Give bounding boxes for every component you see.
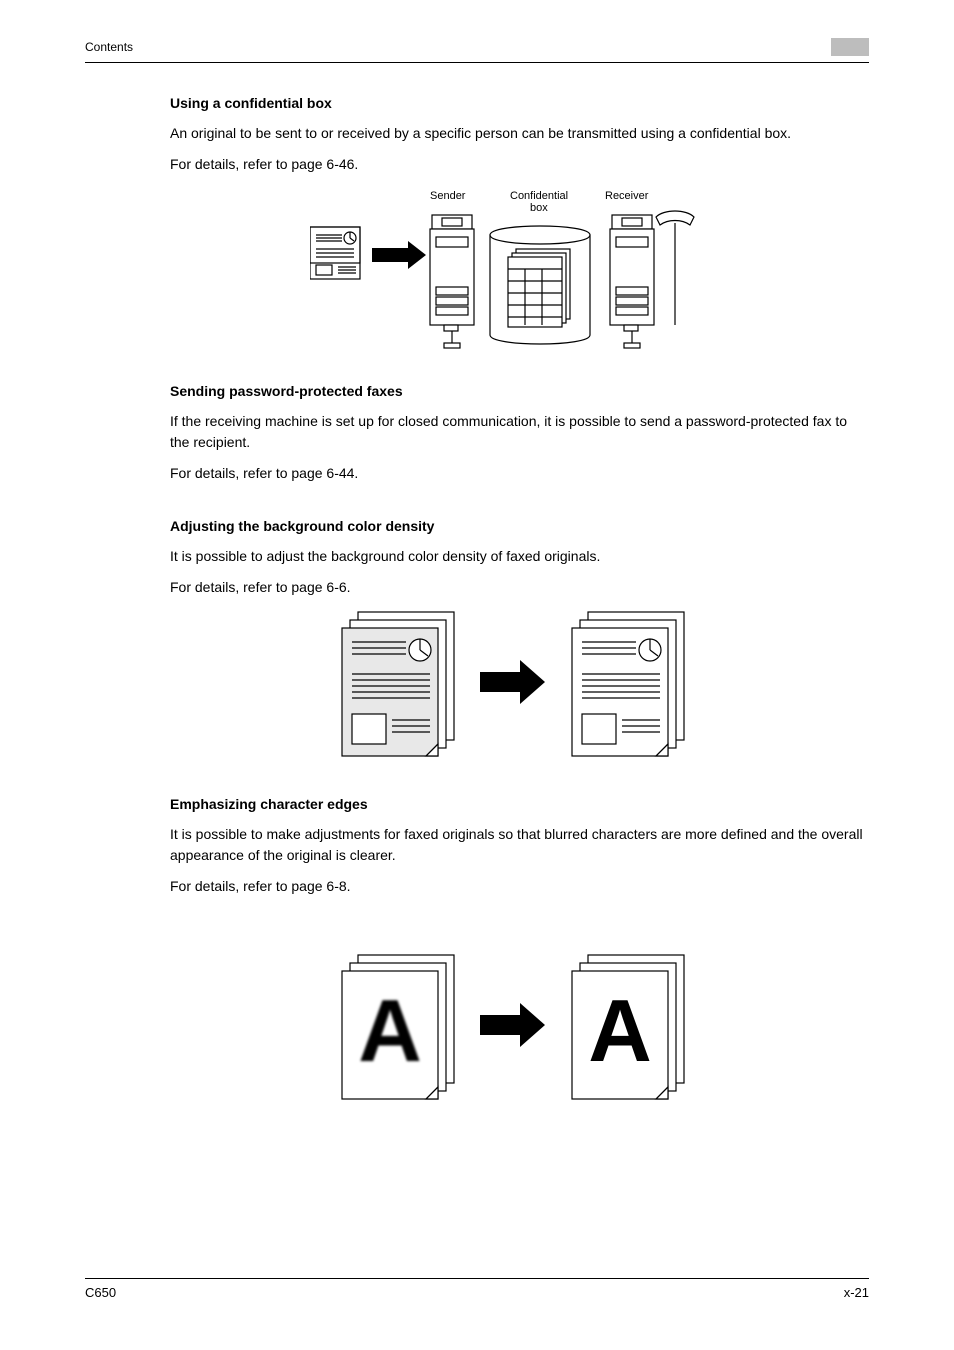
letter-a-sharp: A [588,981,652,1080]
section-title-password-fax: Sending password-protected faxes [170,383,869,399]
sender-doc-icon [310,227,360,279]
section-title-confidential-box: Using a confidential box [170,95,869,111]
receiver-handset-icon [656,211,694,325]
diagram-label-receiver: Receiver [605,190,649,202]
body-text: If the receiving machine is set up for c… [170,411,869,453]
body-text: It is possible to make adjustments for f… [170,824,869,866]
body-text: For details, refer to page 6-6. [170,577,869,598]
doc-stack-clear-icon [572,612,684,756]
body-text: For details, refer to page 6-8. [170,876,869,897]
body-text: It is possible to adjust the background … [170,546,869,567]
doc-stack-a-blur-icon: A [342,955,454,1099]
diagram-char-edges: A A [170,951,869,1111]
section-title-char-edges: Emphasizing character edges [170,796,869,812]
diagram-bg-density [170,608,869,768]
page-header: Contents [85,38,869,63]
arrow-icon [372,241,426,269]
footer-right: x-21 [844,1285,869,1300]
body-text: For details, refer to page 6-44. [170,463,869,484]
doc-stack-shaded-icon [342,612,454,756]
confidential-box-icon [490,226,590,344]
receiver-fax-icon [610,215,654,348]
arrow-icon [480,660,545,704]
letter-a-blur: A [358,981,422,1080]
header-marker-block [831,38,869,56]
arrow-icon [480,1003,545,1047]
diagram-label-confbox: Confidential box [510,190,571,214]
body-text: An original to be sent to or received by… [170,123,869,144]
page-footer: C650 x-21 [85,1278,869,1300]
body-text: For details, refer to page 6-46. [170,154,869,175]
footer-left: C650 [85,1285,116,1300]
section-title-bg-density: Adjusting the background color density [170,518,869,534]
header-title: Contents [85,40,133,54]
diagram-confidential-box: Sender Confidential box Receiver [170,185,869,355]
diagram-label-sender: Sender [430,190,466,202]
doc-stack-a-sharp-icon: A [572,955,684,1099]
sender-fax-icon [430,215,474,348]
